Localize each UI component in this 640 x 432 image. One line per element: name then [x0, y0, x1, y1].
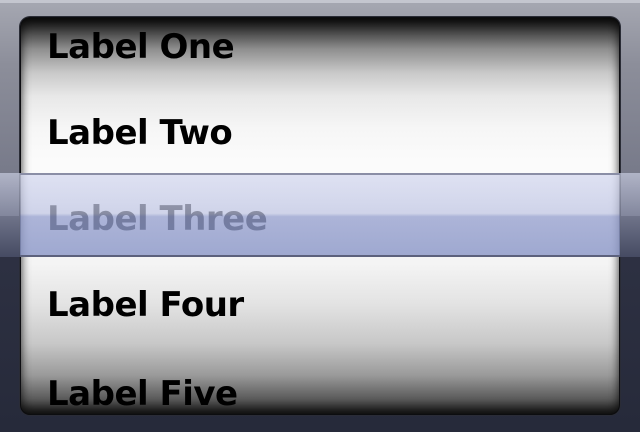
picker-wheel[interactable]: Label One Label Two Label Three Label Fo…: [20, 17, 620, 415]
picker-row-label: Label Two: [47, 113, 233, 153]
picker-row-3[interactable]: Label Three: [20, 176, 620, 262]
picker-row-5[interactable]: Label Five: [20, 351, 620, 415]
picker-row-1[interactable]: Label One: [20, 17, 620, 90]
picker-row-label: Label Three: [47, 199, 268, 239]
picker-row-4[interactable]: Label Four: [20, 262, 620, 348]
picker-row-label: Label Five: [47, 374, 238, 414]
frame-edge: [0, 0, 640, 3]
picker-row-label: Label One: [47, 27, 235, 67]
picker-row-label: Label Four: [47, 285, 244, 325]
picker-row-2[interactable]: Label Two: [20, 90, 620, 176]
